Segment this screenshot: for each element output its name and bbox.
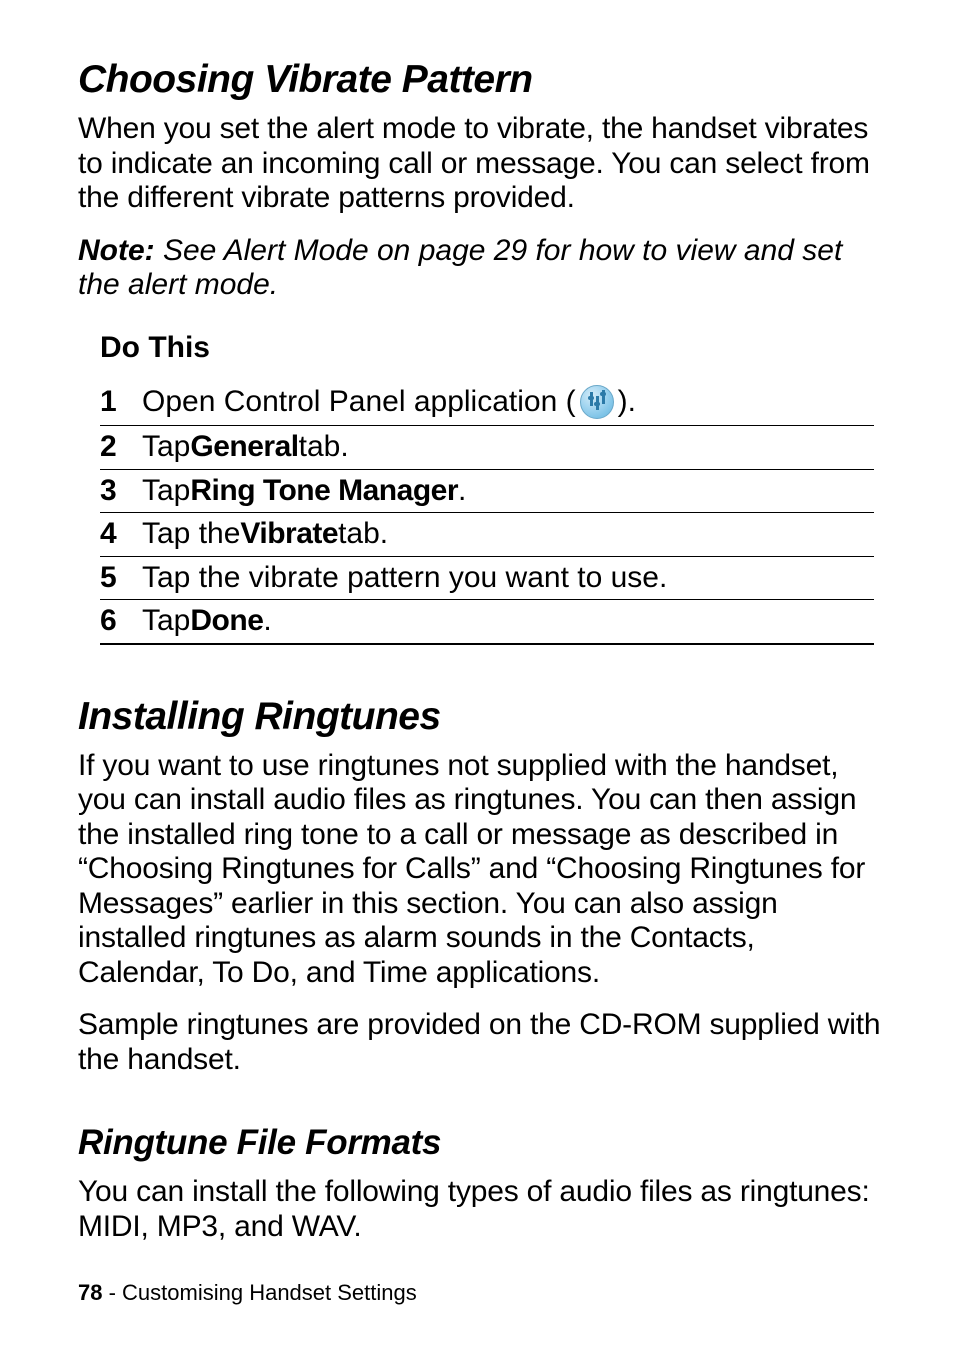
step-text-post: ). [618, 385, 636, 420]
section2-para2: Sample ringtunes are provided on the CD-… [78, 1008, 884, 1077]
step-number: 5 [100, 561, 142, 595]
page-number: 78 [78, 1280, 102, 1305]
step-row: 6 Tap Done. [100, 599, 874, 645]
step-text: Tap General tab. [142, 430, 349, 465]
step-text-pre: Tap [142, 474, 190, 509]
heading-ringtune-file-formats: Ringtune File Formats [78, 1123, 884, 1163]
note-paragraph: Note: See Alert Mode on page 29 for how … [78, 234, 884, 303]
page-footer: 78 - Customising Handset Settings [78, 1280, 417, 1306]
step-text-post: tab. [338, 517, 388, 552]
step-number: 1 [100, 385, 142, 419]
ui-label-ring-tone-manager: Ring Tone Manager [190, 474, 458, 509]
section2-para1: If you want to use ringtunes not supplie… [78, 749, 884, 991]
step-text-post: tab. [299, 430, 349, 465]
step-text-pre: Open Control Panel application ( [142, 385, 576, 420]
step-text: Tap Done. [142, 604, 272, 639]
step-row: 4 Tap the Vibrate tab. [100, 512, 874, 556]
step-text-pre: Tap the [142, 517, 240, 552]
step-text-pre: Tap the vibrate pattern you want to use. [142, 561, 667, 596]
heading-installing-ringtunes: Installing Ringtunes [78, 695, 884, 739]
step-row: 1 Open Control Panel application ( ). [100, 381, 874, 426]
step-text: Open Control Panel application ( ). [142, 385, 636, 420]
step-row: 2 Tap General tab. [100, 425, 874, 469]
footer-title: Customising Handset Settings [122, 1280, 417, 1305]
ui-label-general: General [190, 430, 298, 465]
step-text-post: . [263, 604, 271, 639]
ui-label-done: Done [190, 604, 263, 639]
step-row: 5 Tap the vibrate pattern you want to us… [100, 556, 874, 600]
ui-label-vibrate: Vibrate [240, 517, 338, 552]
footer-sep: - [102, 1280, 122, 1305]
step-number: 4 [100, 517, 142, 551]
step-number: 3 [100, 474, 142, 508]
step-text: Tap the Vibrate tab. [142, 517, 388, 552]
note-text: See Alert Mode on page 29 for how to vie… [78, 234, 842, 302]
step-number: 6 [100, 604, 142, 638]
intro-paragraph: When you set the alert mode to vibrate, … [78, 112, 884, 216]
section3-para1: You can install the following types of a… [78, 1175, 884, 1244]
step-text-pre: Tap [142, 430, 190, 465]
step-row: 3 Tap Ring Tone Manager. [100, 469, 874, 513]
steps-header: Do This [100, 331, 874, 365]
control-panel-icon [580, 385, 614, 419]
step-text-pre: Tap [142, 604, 190, 639]
step-text: Tap Ring Tone Manager. [142, 474, 466, 509]
steps-block: Do This 1 Open Control Panel application… [100, 331, 874, 645]
step-number: 2 [100, 430, 142, 464]
step-text-post: . [458, 474, 466, 509]
note-label: Note: [78, 234, 155, 267]
heading-choosing-vibrate-pattern: Choosing Vibrate Pattern [78, 58, 884, 102]
step-text: Tap the vibrate pattern you want to use. [142, 561, 667, 596]
